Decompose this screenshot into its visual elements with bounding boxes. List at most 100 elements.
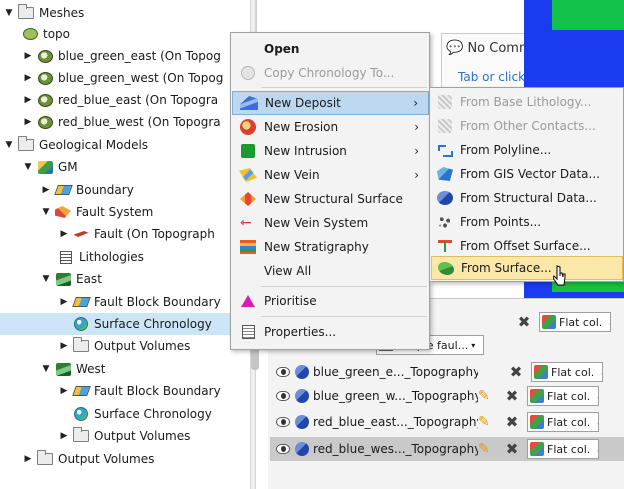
tree-item-east-fault-block-boundary[interactable]: ▶ Fault Block Boundary	[0, 291, 250, 313]
menu-item-new-intrusion[interactable]: New Intrusion ›	[232, 139, 429, 163]
prioritise-arrow-icon	[238, 292, 258, 310]
layer-row[interactable]: blue_green_e..._Topography ✖ Flat col. ⌄	[270, 360, 624, 384]
expand-toggle[interactable]: ▶	[58, 385, 70, 397]
tree-item-west-output-volumes[interactable]: ▶ Output Volumes	[0, 425, 250, 447]
expand-toggle[interactable]: ▶	[22, 50, 34, 62]
expand-toggle[interactable]: ▶	[22, 453, 34, 465]
tree-item-east-output-volumes[interactable]: ▶ Output Volumes	[0, 335, 250, 357]
tree-item-red-blue-west[interactable]: ▶ red_blue_west (On Topogra	[0, 111, 250, 133]
remove-icon[interactable]: ✖	[504, 440, 520, 458]
structural-surface-icon	[238, 190, 258, 208]
expand-toggle[interactable]: ▼	[40, 273, 52, 285]
menu-item-new-stratigraphy[interactable]: New Stratigraphy	[232, 235, 429, 259]
tree-item-label: Meshes	[39, 6, 85, 20]
chevron-down-icon: ⌄	[595, 443, 598, 456]
tree-item-topo[interactable]: topo	[0, 23, 250, 45]
remove-icon[interactable]: ✖	[508, 363, 524, 381]
expand-toggle[interactable]: ▶	[58, 430, 70, 442]
tree-item-red-blue-east[interactable]: ▶ red_blue_east (On Topogra	[0, 89, 250, 111]
expand-toggle[interactable]: ▼	[40, 206, 52, 218]
submenu-item-from-base-lithology[interactable]: From Base Lithology...	[431, 90, 623, 114]
expand-toggle[interactable]: ▶	[58, 340, 70, 352]
new-deposit-submenu: From Base Lithology... From Other Contac…	[429, 87, 624, 282]
colour-select[interactable]: Flat col. ⌄	[527, 412, 599, 432]
expand-toggle[interactable]: ▼	[3, 139, 15, 151]
tree-item-geological-models[interactable]: ▼ Geological Models	[0, 134, 250, 156]
tree-item-blue-green-east[interactable]: ▶ blue_green_east (On Topog	[0, 45, 250, 67]
layer-row[interactable]: red_blue_east..._Topography ✎ ✖ Flat col…	[270, 410, 624, 434]
menu-item-new-vein-system[interactable]: ⇽ New Vein System	[232, 211, 429, 235]
tree-item-output-volumes[interactable]: ▶ Output Volumes	[0, 448, 250, 470]
mesh-icon	[37, 115, 53, 129]
submenu-item-from-surface[interactable]: From Surface...	[431, 256, 623, 280]
menu-item-open[interactable]: Open	[232, 37, 429, 61]
colour-select[interactable]: Flat col. ⌄	[539, 312, 611, 332]
menu-item-copy-chronology[interactable]: Copy Chronology To...	[232, 61, 429, 85]
expand-toggle[interactable]: ▼	[22, 161, 34, 173]
remove-icon[interactable]: ✖	[504, 387, 520, 405]
tree-item-east-surface-chronology[interactable]: Surface Chronology	[0, 313, 250, 335]
submenu-item-from-points[interactable]: From Points...	[431, 210, 623, 234]
remove-icon[interactable]: ✖	[504, 413, 520, 431]
visibility-eye-icon[interactable]	[276, 417, 290, 427]
tree-item-west-surface-chronology[interactable]: Surface Chronology	[0, 403, 250, 425]
expand-toggle[interactable]: ▼	[3, 7, 15, 19]
tree-item-label: Fault (On Topograph	[94, 227, 215, 241]
chevron-down-icon: ⌄	[595, 390, 598, 403]
mouse-pointer-icon	[553, 265, 566, 286]
submenu-item-from-other-contacts[interactable]: From Other Contacts...	[431, 114, 623, 138]
tree-item-fault-system[interactable]: ▼ Fault System	[0, 201, 250, 223]
tree-item-west-fault-block-boundary[interactable]: ▶ Fault Block Boundary	[0, 380, 250, 402]
fault-icon	[73, 227, 89, 241]
tree-item-fault[interactable]: ▶ Fault (On Topograph	[0, 223, 250, 245]
colour-select[interactable]: Flat col. ⌄	[531, 362, 603, 382]
menu-item-properties[interactable]: Properties...	[232, 320, 429, 344]
tree-item-east[interactable]: ▼ East	[0, 268, 250, 290]
expand-toggle[interactable]: ▶	[22, 116, 34, 128]
visibility-eye-icon[interactable]	[276, 444, 290, 454]
menu-item-new-structural-surface[interactable]: New Structural Surface	[232, 187, 429, 211]
tree-item-lithologies[interactable]: Lithologies	[0, 246, 250, 268]
pencil-icon[interactable]: ✎	[478, 441, 494, 457]
tree-item-blue-green-west[interactable]: ▶ blue_green_west (On Topog	[0, 67, 250, 89]
expand-toggle[interactable]: ▼	[40, 363, 52, 375]
layer-row-selected[interactable]: red_blue_wes..._Topography ✎ ✖ Flat col.…	[270, 437, 624, 461]
visibility-eye-icon[interactable]	[276, 367, 290, 377]
layer-row[interactable]: blue_green_w..._Topography ✎ ✖ Flat col.…	[270, 384, 624, 408]
expand-toggle[interactable]: ▶	[58, 296, 70, 308]
boundary-icon	[71, 295, 91, 309]
layer-name: blue_green_w..._Topography	[313, 389, 478, 403]
submenu-item-from-gis-vector-data[interactable]: From GIS Vector Data...	[431, 162, 623, 186]
expand-toggle[interactable]: ▶	[58, 228, 70, 240]
expand-toggle[interactable]: ▶	[40, 184, 52, 196]
menu-item-prioritise[interactable]: Prioritise	[232, 289, 429, 313]
tree-item-meshes[interactable]: ▼ Meshes	[0, 2, 250, 24]
submenu-item-from-polyline[interactable]: From Polyline...	[431, 138, 623, 162]
expand-toggle[interactable]: ▶	[22, 94, 34, 106]
remove-icon[interactable]: ✖	[516, 313, 532, 331]
flat-colour-icon	[534, 365, 548, 379]
submenu-item-from-offset-surface[interactable]: From Offset Surface...	[431, 234, 623, 258]
submenu-item-from-structural-data[interactable]: From Structural Data...	[431, 186, 623, 210]
tree-item-label: Surface Chronology	[94, 317, 212, 331]
tree-item-gm[interactable]: ▼ GM	[0, 156, 250, 178]
pencil-icon[interactable]: ✎	[478, 388, 494, 404]
base-lithology-icon	[436, 94, 454, 110]
tree-item-west[interactable]: ▼ West	[0, 358, 250, 380]
tree-item-label: Fault Block Boundary	[94, 295, 221, 309]
colour-select-value: Flat col.	[547, 389, 591, 403]
visibility-eye-icon[interactable]	[276, 391, 290, 401]
colour-select[interactable]: Flat col. ⌄	[527, 439, 599, 459]
menu-item-new-erosion[interactable]: New Erosion ›	[232, 115, 429, 139]
submenu-arrow-icon: ›	[414, 168, 419, 182]
surface-icon	[437, 260, 455, 276]
tree-item-boundary[interactable]: ▶ Boundary	[0, 179, 250, 201]
menu-item-new-vein[interactable]: New Vein ›	[232, 163, 429, 187]
colour-select[interactable]: Flat col. ⌄	[527, 386, 599, 406]
expand-toggle[interactable]: ▶	[22, 72, 34, 84]
fault-block-icon	[55, 362, 71, 376]
colour-select-value: Flat col.	[551, 365, 595, 379]
menu-item-new-deposit[interactable]: New Deposit ›	[232, 91, 429, 115]
pencil-icon[interactable]: ✎	[478, 414, 494, 430]
menu-item-view-all[interactable]: View All	[232, 259, 429, 283]
